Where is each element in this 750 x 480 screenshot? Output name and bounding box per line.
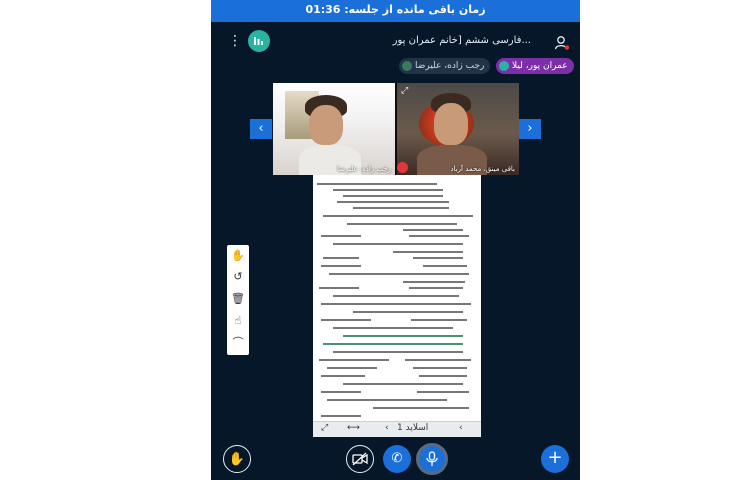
delete-icon[interactable]: 🗑 — [231, 292, 245, 306]
document-text-line — [353, 311, 463, 313]
pointer-tool-icon[interactable]: ☝ — [231, 314, 245, 328]
next-slide-icon[interactable]: ‹ — [385, 423, 389, 433]
document-text-line — [343, 335, 463, 337]
document-text-line — [413, 257, 463, 259]
user-avatar-icon — [402, 61, 412, 71]
document-text-line — [317, 183, 437, 185]
document-text-line — [321, 303, 471, 305]
document-text-line — [417, 391, 469, 393]
document-text-line — [373, 407, 469, 409]
document-text-line — [337, 201, 449, 203]
mic-muted-icon — [397, 162, 408, 173]
document-text-line — [343, 383, 463, 385]
video-tile[interactable]: ⤢ باقی مینق، محمد آرباد — [397, 83, 519, 175]
expand-icon[interactable]: ⤢ — [401, 86, 408, 96]
document-text-line — [321, 319, 371, 321]
presentation-footer: ⤢ ⟷ ‹ اسلاید 1 ‹ — [313, 421, 481, 437]
document-text-line — [329, 273, 469, 275]
hand-tool-icon[interactable]: ✋ — [231, 249, 245, 263]
document-text-line — [327, 367, 377, 369]
document-text-line — [409, 287, 463, 289]
participant-face — [309, 105, 343, 145]
user-avatar-icon — [499, 61, 509, 71]
document-text-line — [333, 189, 443, 191]
top-bar: فارسی ششم [خانم عمران پور... ⋮ — [211, 28, 580, 58]
raise-hand-button[interactable]: ✋ — [223, 445, 251, 473]
draw-shape-icon[interactable]: ⌒ — [231, 336, 245, 350]
document-text-line — [321, 235, 361, 237]
video-tile[interactable]: ⤢ رجب زاده، علیرضا — [273, 83, 395, 175]
participant-chip[interactable]: رجب زاده، علیرضا — [399, 58, 491, 74]
document-text-line — [323, 215, 473, 217]
fullscreen-icon[interactable]: ⤢ — [321, 423, 328, 433]
document-text-line — [333, 243, 463, 245]
document-text-line — [321, 375, 365, 377]
undo-icon[interactable]: ↺ — [231, 270, 245, 284]
more-options-icon[interactable]: ⋮ — [228, 34, 242, 50]
document-text-line — [411, 319, 467, 321]
participant-face — [434, 103, 468, 145]
participant-chip-label: رجب زاده، علیرضا — [415, 61, 485, 71]
previous-video-button[interactable]: ‹ — [250, 119, 272, 139]
meeting-title: فارسی ششم [خانم عمران پور... — [392, 35, 531, 46]
document-text-line — [353, 207, 449, 209]
document-text-line — [321, 265, 361, 267]
right-margin — [580, 0, 750, 480]
next-video-button[interactable]: › — [519, 119, 541, 139]
document-text-line — [323, 343, 463, 345]
microphone-button[interactable] — [416, 443, 448, 475]
participant-chip-presenter[interactable]: عمران پور، لیلا — [496, 58, 574, 74]
document-text-line — [343, 195, 443, 197]
fit-width-icon[interactable]: ⟷ — [347, 423, 360, 433]
users-icon[interactable] — [553, 34, 571, 52]
video-strip: ⤢ رجب زاده، علیرضا ⤢ باقی مینق، محمد آرب… — [273, 83, 519, 175]
whiteboard-toolbar: ✋ ↺ 🗑 ☝ ⌒ — [227, 245, 249, 355]
video-tile-name: رجب زاده، علیرضا — [337, 165, 391, 173]
document-text-line — [321, 391, 361, 393]
meeting-screen: زمان باقی مانده از جلسه: 01:36 فارسی ششم… — [211, 0, 580, 480]
document-text-line — [403, 281, 465, 283]
audio-call-button[interactable]: ✆ — [383, 445, 411, 473]
app-logo-icon[interactable] — [248, 30, 270, 52]
video-tile-name: باقی مینق، محمد آرباد — [450, 165, 515, 173]
bottom-control-bar: ✋ ✆ + — [211, 440, 580, 480]
add-action-button[interactable]: + — [541, 445, 569, 473]
document-text-line — [333, 351, 463, 353]
document-text-line — [319, 287, 359, 289]
document-text-line — [419, 375, 467, 377]
left-margin — [0, 0, 211, 480]
document-text-line — [405, 359, 471, 361]
document-text-line — [323, 257, 359, 259]
expand-icon[interactable]: ⤢ — [277, 86, 284, 96]
document-text-line — [423, 265, 467, 267]
session-timer-bar: زمان باقی مانده از جلسه: 01:36 — [211, 0, 580, 22]
document-text-line — [333, 327, 453, 329]
document-text-line — [319, 359, 389, 361]
document-text-line — [327, 399, 447, 401]
document-text-line — [347, 223, 457, 225]
document-text-line — [409, 235, 469, 237]
slide-number: اسلاید 1 — [397, 423, 429, 433]
document-text-line — [333, 295, 459, 297]
participant-chip-label: عمران پور، لیلا — [512, 61, 568, 71]
document-text-line — [403, 229, 463, 231]
document-text-line — [413, 367, 467, 369]
camera-toggle-button[interactable] — [346, 445, 374, 473]
previous-slide-icon[interactable]: ‹ — [459, 423, 463, 433]
presentation-document[interactable]: ⤢ ⟷ ‹ اسلاید 1 ‹ — [313, 175, 481, 437]
document-text-line — [321, 415, 361, 417]
document-text-line — [393, 251, 463, 253]
